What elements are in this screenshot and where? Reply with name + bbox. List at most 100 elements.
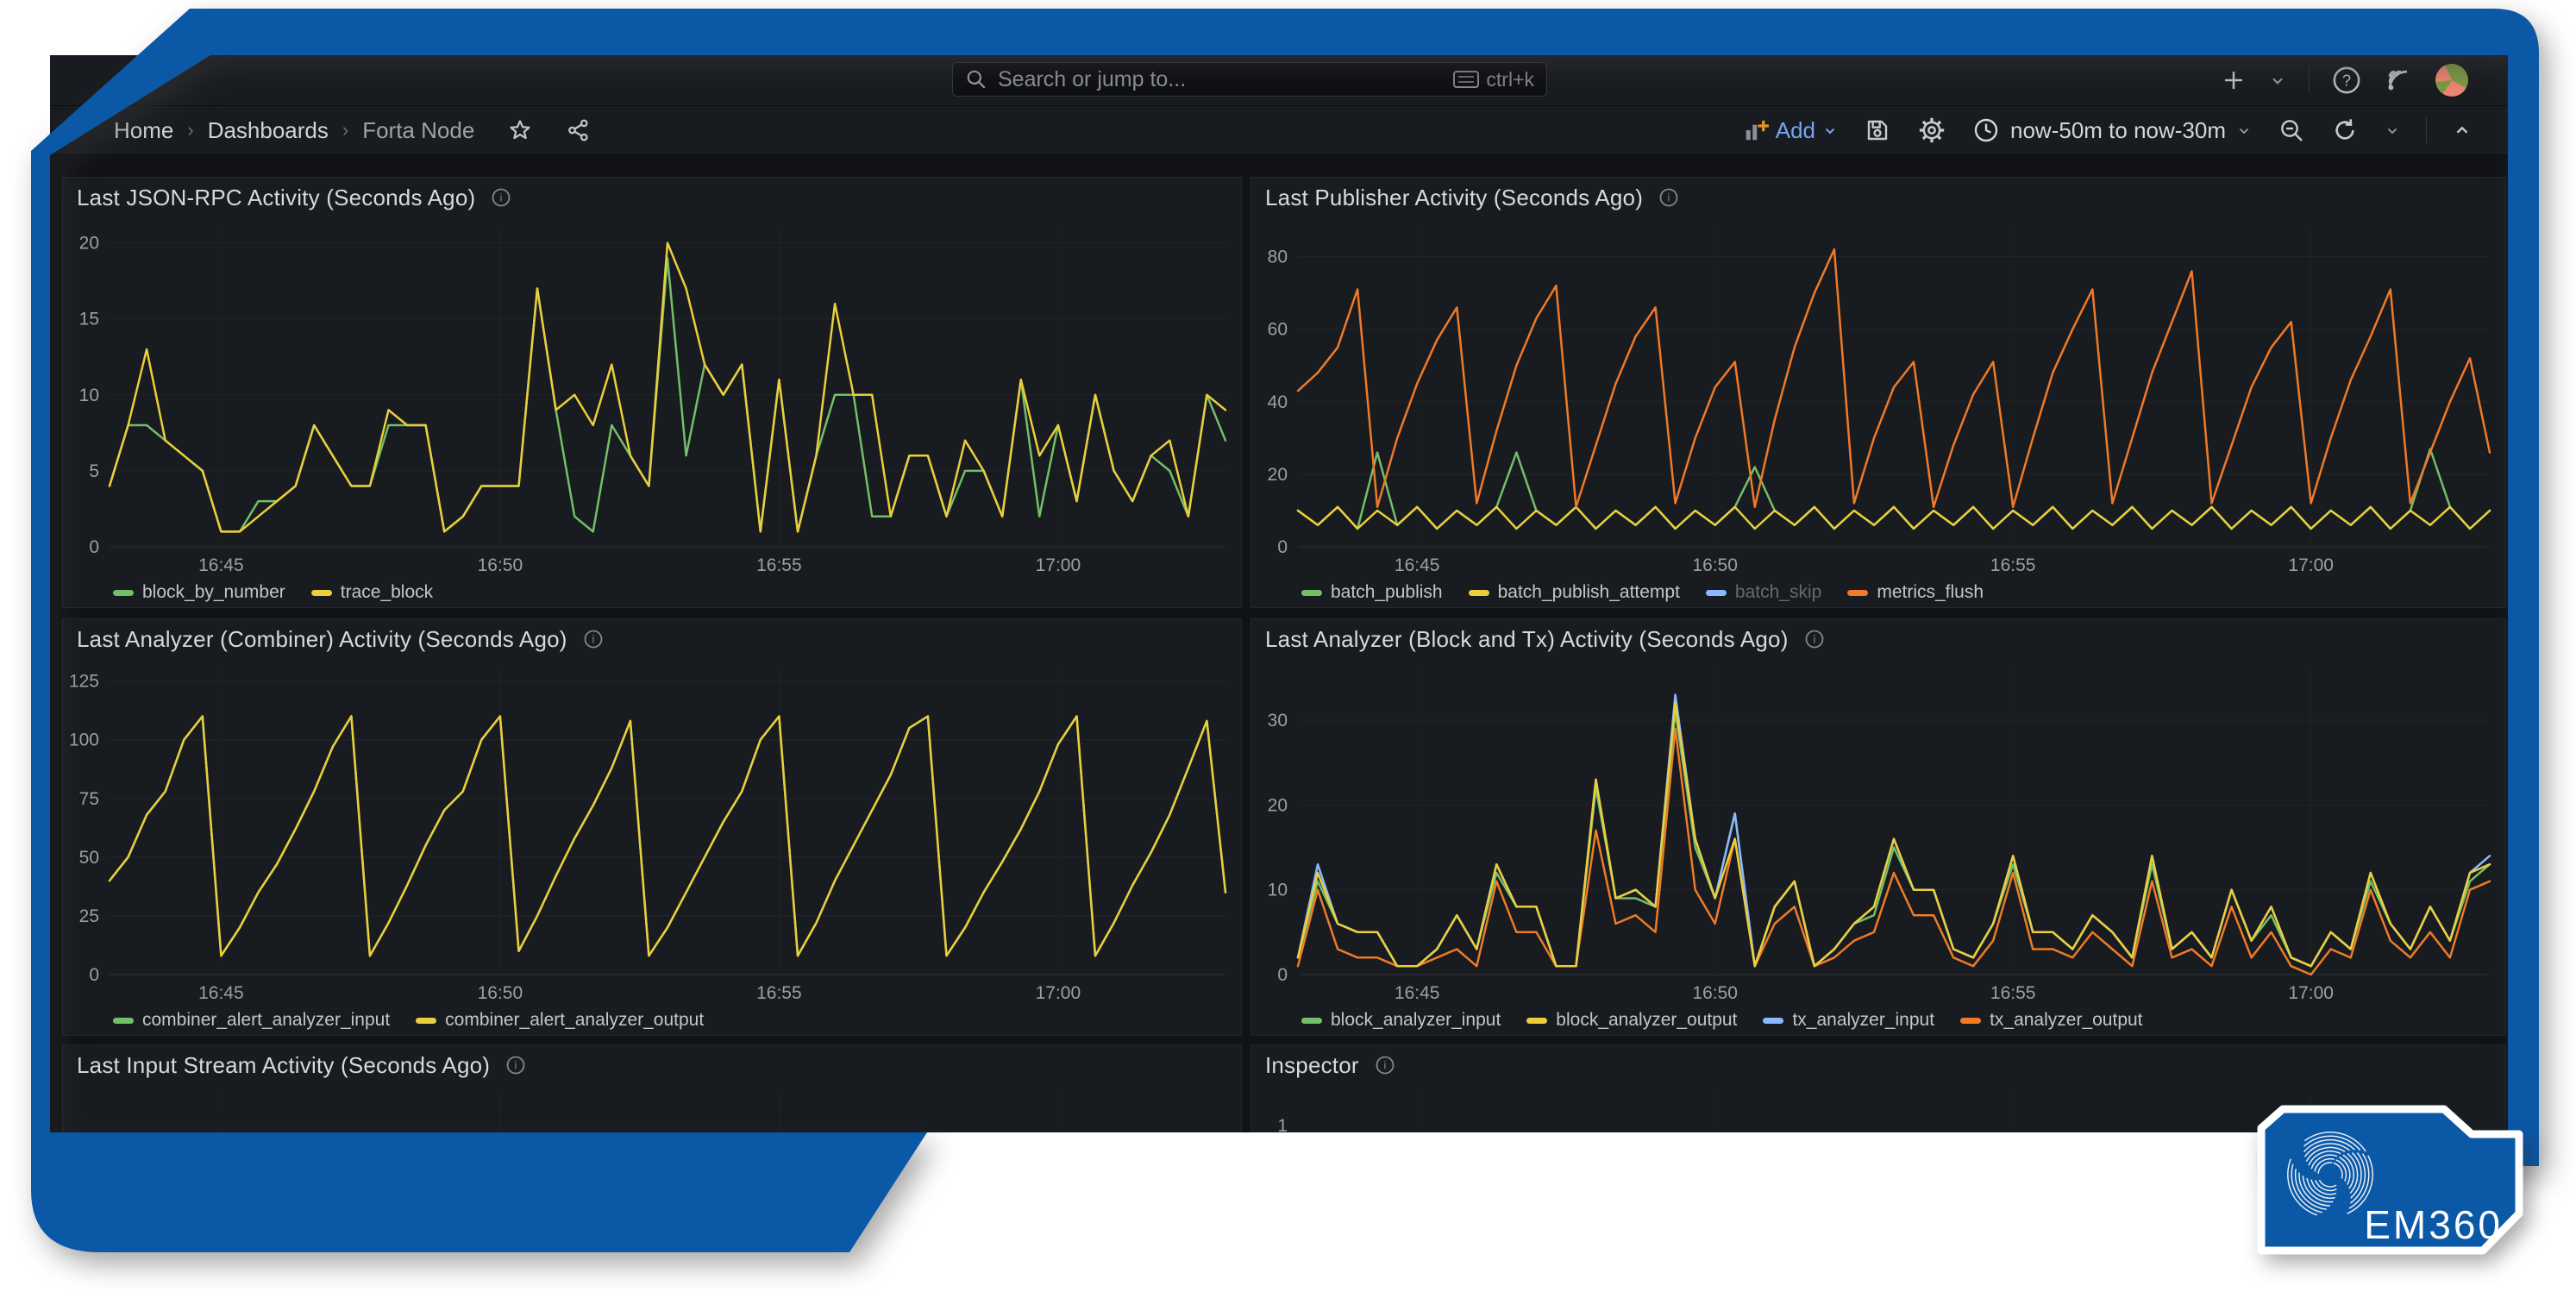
zoom-out-icon[interactable]: [2278, 116, 2305, 144]
avatar[interactable]: [2435, 64, 2468, 97]
gear-icon[interactable]: [1917, 116, 1946, 145]
svg-text:16:50: 16:50: [1692, 555, 1738, 575]
share-icon[interactable]: [566, 117, 592, 143]
legend-item[interactable]: combiner_alert_analyzer_input: [113, 1010, 390, 1031]
svg-text:16:50: 16:50: [478, 983, 523, 1003]
time-series-chart[interactable]: [63, 1085, 1241, 1132]
legend-item[interactable]: tx_analyzer_input: [1763, 1010, 1934, 1031]
legend-swatch: [1469, 590, 1489, 596]
time-range-picker[interactable]: now-50m to now-30m: [1972, 116, 2252, 144]
svg-text:i: i: [1383, 1059, 1386, 1072]
info-icon[interactable]: i: [1804, 629, 1825, 649]
grafana-dashboard: Search or jump to... ctrl+k: [50, 55, 2508, 1132]
svg-text:16:55: 16:55: [1990, 555, 2036, 575]
plus-icon[interactable]: [2221, 67, 2247, 93]
legend-swatch: [1763, 1018, 1783, 1024]
chevron-down-icon[interactable]: [2269, 72, 2286, 89]
chevron-down-icon[interactable]: [2385, 122, 2400, 138]
legend-label: tx_analyzer_output: [1990, 1010, 2142, 1031]
legend-label: block_analyzer_output: [1556, 1010, 1737, 1031]
svg-text:40: 40: [1268, 392, 1288, 412]
search-input[interactable]: Search or jump to... ctrl+k: [952, 62, 1547, 97]
panel: Last Analyzer (Combiner) Activity (Secon…: [62, 618, 1242, 1036]
time-series-chart[interactable]: 16:4516:5016:5517:00020406080: [1251, 217, 2505, 578]
panel-title[interactable]: Inspector: [1265, 1052, 1359, 1079]
legend-item[interactable]: block_by_number: [113, 582, 285, 603]
svg-text:17:00: 17:00: [2288, 555, 2334, 575]
legend-item[interactable]: trace_block: [311, 582, 433, 603]
time-series-chart[interactable]: 16:4516:5016:5517:000255075100125: [63, 659, 1241, 1006]
legend-swatch: [1301, 590, 1322, 596]
search-placeholder: Search or jump to...: [998, 67, 1453, 92]
panel-title[interactable]: Last Input Stream Activity (Seconds Ago): [77, 1052, 490, 1079]
time-series-chart[interactable]: 16:4516:5016:5517:000102030: [1251, 659, 2505, 1006]
svg-text:125: 125: [69, 672, 99, 692]
legend-item[interactable]: tx_analyzer_output: [1960, 1010, 2142, 1031]
save-icon[interactable]: [1864, 116, 1891, 144]
divider: [2426, 117, 2427, 143]
svg-text:i: i: [515, 1059, 517, 1072]
legend-swatch: [311, 590, 332, 596]
breadcrumb-separator: ›: [187, 119, 193, 141]
refresh-icon[interactable]: [2331, 116, 2359, 144]
svg-text:16:45: 16:45: [1395, 983, 1440, 1003]
panel-title[interactable]: Last Analyzer (Block and Tx) Activity (S…: [1265, 626, 1789, 653]
legend-item[interactable]: batch_publish_attempt: [1469, 582, 1680, 603]
chevron-up-icon[interactable]: [2453, 121, 2472, 140]
help-icon[interactable]: ?: [2332, 66, 2361, 95]
search-icon: [965, 68, 987, 91]
legend-label: batch_publish_attempt: [1498, 582, 1680, 603]
svg-text:0: 0: [89, 965, 99, 985]
chevron-down-icon: [1822, 122, 1838, 138]
legend-swatch: [1526, 1018, 1547, 1024]
legend-item[interactable]: batch_skip: [1706, 582, 1821, 603]
legend: block_analyzer_input block_analyzer_outpu…: [1251, 1006, 2505, 1035]
svg-text:25: 25: [79, 906, 99, 926]
panel-title[interactable]: Last Analyzer (Combiner) Activity (Secon…: [77, 626, 567, 653]
legend-label: metrics_flush: [1877, 582, 1984, 603]
legend-label: block_by_number: [142, 582, 285, 603]
legend-item[interactable]: block_analyzer_input: [1301, 1010, 1501, 1031]
svg-text:50: 50: [79, 848, 99, 868]
add-button[interactable]: Add: [1743, 117, 1838, 144]
keyboard-icon: [1453, 70, 1479, 89]
svg-text:80: 80: [1268, 248, 1288, 267]
time-series-chart[interactable]: 16:4516:5016:5517:0005101520: [63, 217, 1241, 578]
svg-text:i: i: [1668, 191, 1670, 204]
legend-item[interactable]: combiner_alert_analyzer_output: [416, 1010, 704, 1031]
svg-text:17:00: 17:00: [1036, 983, 1081, 1003]
info-icon[interactable]: i: [1375, 1055, 1395, 1075]
legend-label: block_analyzer_input: [1331, 1010, 1501, 1031]
legend-item[interactable]: batch_publish: [1301, 582, 1443, 603]
breadcrumb-dashboards[interactable]: Dashboards: [208, 117, 329, 144]
panel: Last JSON-RPC Activity (Seconds Ago) i 16:…: [62, 177, 1242, 608]
legend-label: combiner_alert_analyzer_output: [445, 1010, 704, 1031]
svg-text:0: 0: [1277, 965, 1288, 985]
svg-text:16:50: 16:50: [1692, 983, 1738, 1003]
time-series-chart[interactable]: 1: [1251, 1085, 2505, 1132]
svg-text:16:45: 16:45: [1395, 555, 1440, 575]
info-icon[interactable]: i: [1658, 187, 1679, 208]
panel-title[interactable]: Last JSON-RPC Activity (Seconds Ago): [77, 185, 475, 211]
svg-text:i: i: [500, 191, 503, 204]
shortcut-hint: ctrl+k: [1453, 68, 1534, 91]
legend-label: trace_block: [341, 582, 433, 603]
legend-swatch: [416, 1018, 436, 1024]
info-icon[interactable]: i: [491, 187, 511, 208]
svg-text:75: 75: [79, 789, 99, 809]
info-icon[interactable]: i: [583, 629, 604, 649]
add-panel-icon: [1743, 117, 1769, 143]
top-nav: Search or jump to... ctrl+k: [50, 55, 2508, 106]
info-icon[interactable]: i: [505, 1055, 526, 1075]
breadcrumb-home[interactable]: Home: [114, 117, 173, 144]
page: Search or jump to... ctrl+k: [0, 0, 2576, 1298]
legend-item[interactable]: block_analyzer_output: [1526, 1010, 1737, 1031]
panel-title[interactable]: Last Publisher Activity (Seconds Ago): [1265, 185, 1643, 211]
legend-item[interactable]: metrics_flush: [1847, 582, 1984, 603]
panel: Last Analyzer (Block and Tx) Activity (S…: [1250, 618, 2506, 1036]
svg-text:20: 20: [1268, 465, 1288, 485]
news-icon[interactable]: [2384, 66, 2413, 95]
favorite-star-icon[interactable]: [507, 117, 533, 143]
brand-text: EM360: [2364, 1202, 2503, 1247]
svg-text:0: 0: [1277, 537, 1288, 557]
